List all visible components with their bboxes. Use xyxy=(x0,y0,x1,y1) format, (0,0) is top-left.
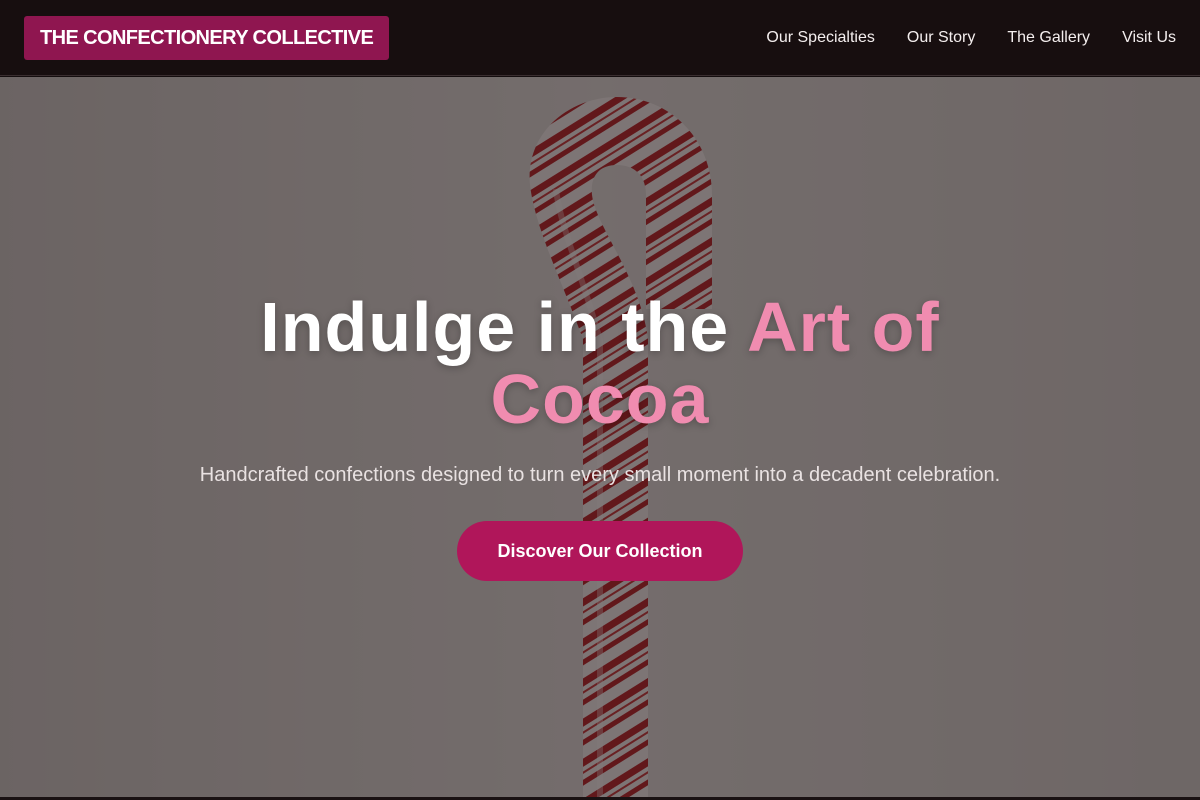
hero-subtitle: Handcrafted confections designed to turn… xyxy=(199,464,1001,486)
nav-link-gallery[interactable]: The Gallery xyxy=(1007,29,1090,47)
hero-section: Indulge in the Art of Cocoa Handcrafted … xyxy=(0,77,1200,797)
brand-logo[interactable]: THE CONFECTIONERY COLLECTIVE xyxy=(24,16,390,60)
main-nav: Our Specialties Our Story The Gallery Vi… xyxy=(766,0,1176,76)
site-header: THE CONFECTIONERY COLLECTIVE Our Special… xyxy=(0,0,1200,76)
hero-title: Indulge in the Art of Cocoa xyxy=(200,291,1000,435)
hero-content: Indulge in the Art of Cocoa Handcrafted … xyxy=(0,77,1200,797)
hero-title-main: Indulge in the xyxy=(260,288,730,366)
nav-link-specialties[interactable]: Our Specialties xyxy=(766,29,875,47)
landing-page: THE CONFECTIONERY COLLECTIVE Our Special… xyxy=(0,0,1200,800)
nav-link-visit[interactable]: Visit Us xyxy=(1122,29,1176,47)
nav-link-story[interactable]: Our Story xyxy=(907,29,975,47)
discover-collection-button[interactable]: Discover Our Collection xyxy=(457,521,743,581)
